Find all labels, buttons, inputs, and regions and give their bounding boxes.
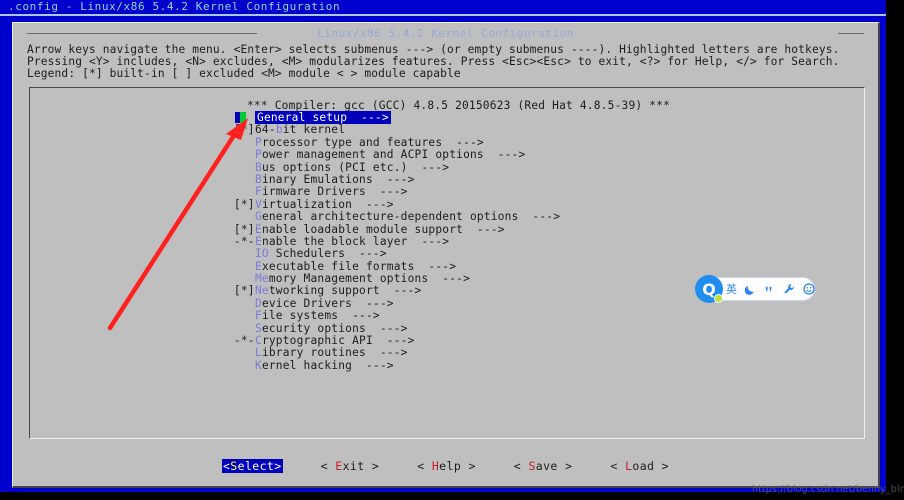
menu-item-hotkey: B	[255, 172, 262, 186]
menu-item-hotkey: C	[255, 334, 262, 348]
menu-item-label: Bus options (PCI etc.) --->	[255, 160, 450, 174]
menu-item-label: General architecture-dependent options -…	[255, 210, 561, 224]
select-hotkey: S	[230, 459, 238, 473]
save-button[interactable]: < Save >	[514, 459, 573, 473]
menu-item-label: Memory Management options --->	[255, 272, 471, 286]
menu-item-label: Networking support --->	[255, 284, 422, 298]
emoji-icon[interactable]	[803, 283, 815, 295]
help-legend-line: Legend: [*] built-in [ ] excluded <M> mo…	[27, 67, 461, 80]
menu-item-hotkey: P	[255, 135, 262, 149]
moon-icon[interactable]	[745, 284, 756, 295]
menu-item-hotkey: IO	[255, 247, 269, 261]
menu-item-hotkey: K	[255, 358, 262, 372]
menu-item-label: Device Drivers --->	[255, 296, 394, 310]
menu-item-hotkey: D	[255, 296, 262, 310]
menu-item-hotkey: E	[255, 234, 262, 248]
select-button[interactable]: <Select>	[221, 459, 283, 473]
menu-item[interactable]: Library routines --->	[30, 347, 864, 359]
menu-item[interactable]: -*- Enable the block layer --->	[30, 234, 864, 248]
menu-item[interactable]: -*- Cryptographic API --->	[30, 334, 864, 348]
menu-item-hotkey: b	[275, 123, 283, 137]
menu-item-mark	[227, 347, 255, 359]
wrench-icon[interactable]	[783, 283, 795, 295]
menu-item-hotkey: F	[255, 185, 262, 199]
menu-item-mark	[227, 360, 255, 372]
punctuation-icon[interactable]	[764, 284, 775, 295]
menu-item-hotkey: Ne	[255, 284, 269, 298]
screenshot-root: .config - Linux/x86 5.4.2 Kernel Configu…	[0, 0, 904, 500]
dialog-button-bar: <Select> < Exit > < Help > < Save > < Load >	[13, 455, 878, 477]
menu-item-mark	[227, 149, 255, 161]
menu-item-hotkey: V	[255, 197, 262, 211]
menu-item-label: Kernel hacking --->	[255, 358, 394, 372]
menu-item[interactable]: Firmware Drivers --->	[30, 186, 864, 198]
menu-item-mark: [*]	[227, 284, 262, 298]
menu-item-label: Executable file formats --->	[255, 259, 457, 273]
config-dialog: Linux/x86 5.4.2 Kernel Configuration Arr…	[12, 22, 880, 488]
menu-item-label: Enable the block layer --->	[255, 234, 450, 248]
menu-item[interactable]: File systems --->	[30, 310, 864, 322]
menu-item-mark: [*]	[227, 123, 262, 137]
menu-item-mark	[227, 186, 255, 198]
menu-item-hotkey: B	[255, 160, 262, 174]
ime-status-dot	[714, 294, 723, 303]
menu-item-label: Virtualization --->	[255, 197, 394, 211]
exit-button[interactable]: < Exit >	[321, 459, 380, 473]
menu-item-label: Library routines --->	[255, 346, 408, 360]
menu-item-hotkey: G	[257, 111, 264, 124]
menu-item-label: Cryptographic API --->	[255, 334, 415, 348]
dialog-title: Linux/x86 5.4.2 Kernel Configuration	[317, 27, 574, 40]
menu-item-label: Enable loadable module support --->	[255, 222, 505, 236]
menuconfig-window-frame: .config - Linux/x86 5.4.2 Kernel Configu…	[0, 0, 886, 492]
menu-item[interactable]: Kernel hacking --->	[30, 358, 864, 372]
menu-item-hotkey: P	[255, 148, 262, 162]
ime-language-mode[interactable]: 英	[726, 284, 737, 295]
selection-indicator	[227, 112, 247, 123]
window-titlebar: .config - Linux/x86 5.4.2 Kernel Configu…	[8, 0, 341, 13]
menu-item-label: Binary Emulations --->	[255, 172, 415, 186]
menu-item[interactable]: Binary Emulations --->	[30, 172, 864, 186]
menu-item-hotkey: S	[255, 321, 262, 335]
menu-item-label: File systems --->	[255, 309, 380, 323]
menu-item-mark	[227, 310, 255, 322]
menu-item[interactable]: Security options --->	[30, 321, 864, 335]
menu-item-label: Processor type and features --->	[255, 135, 484, 149]
menu-item-hotkey: L	[255, 346, 262, 360]
menu-item-mark	[227, 211, 255, 223]
menu-item-hotkey: F	[255, 309, 262, 323]
titlebar-divider-2	[0, 17, 886, 18]
menu-item-label: General setup --->	[255, 111, 391, 124]
save-hotkey: S	[528, 459, 536, 473]
titlebar-divider	[0, 14, 886, 16]
help-button[interactable]: < Help >	[417, 459, 476, 473]
compiler-info-line: *** Compiler: gcc (GCC) 4.8.5 20150623 (…	[247, 99, 671, 112]
load-button[interactable]: < Load >	[610, 459, 669, 473]
menu-item-label: 64-bit kernel	[255, 123, 346, 137]
exit-hotkey: E	[335, 459, 343, 473]
menu-items-container: *** Compiler: gcc (GCC) 4.8.5 20150623 (…	[30, 100, 864, 372]
menu-item-hotkey: E	[255, 222, 262, 236]
menu-item[interactable]: General setup --->	[30, 111, 864, 124]
menu-item-hotkey: Me	[255, 272, 269, 286]
menu-item-hotkey: E	[255, 259, 262, 273]
blog-watermark: https://blog.csdn.net/benny_bln	[752, 484, 904, 495]
menu-item-label: Firmware Drivers --->	[255, 185, 408, 199]
menu-item-label: Power management and ACPI options --->	[255, 148, 526, 162]
grid-menu-icon[interactable]	[823, 284, 833, 294]
menu-list-box: *** Compiler: gcc (GCC) 4.8.5 20150623 (…	[29, 87, 865, 439]
menu-item[interactable]: Bus options (PCI etc.) --->	[30, 160, 864, 174]
menu-item-label: IO Schedulers --->	[255, 247, 387, 261]
menu-item-mark	[227, 248, 255, 260]
menu-item-label: Security options --->	[255, 321, 408, 335]
menu-item-hotkey: G	[255, 210, 262, 224]
